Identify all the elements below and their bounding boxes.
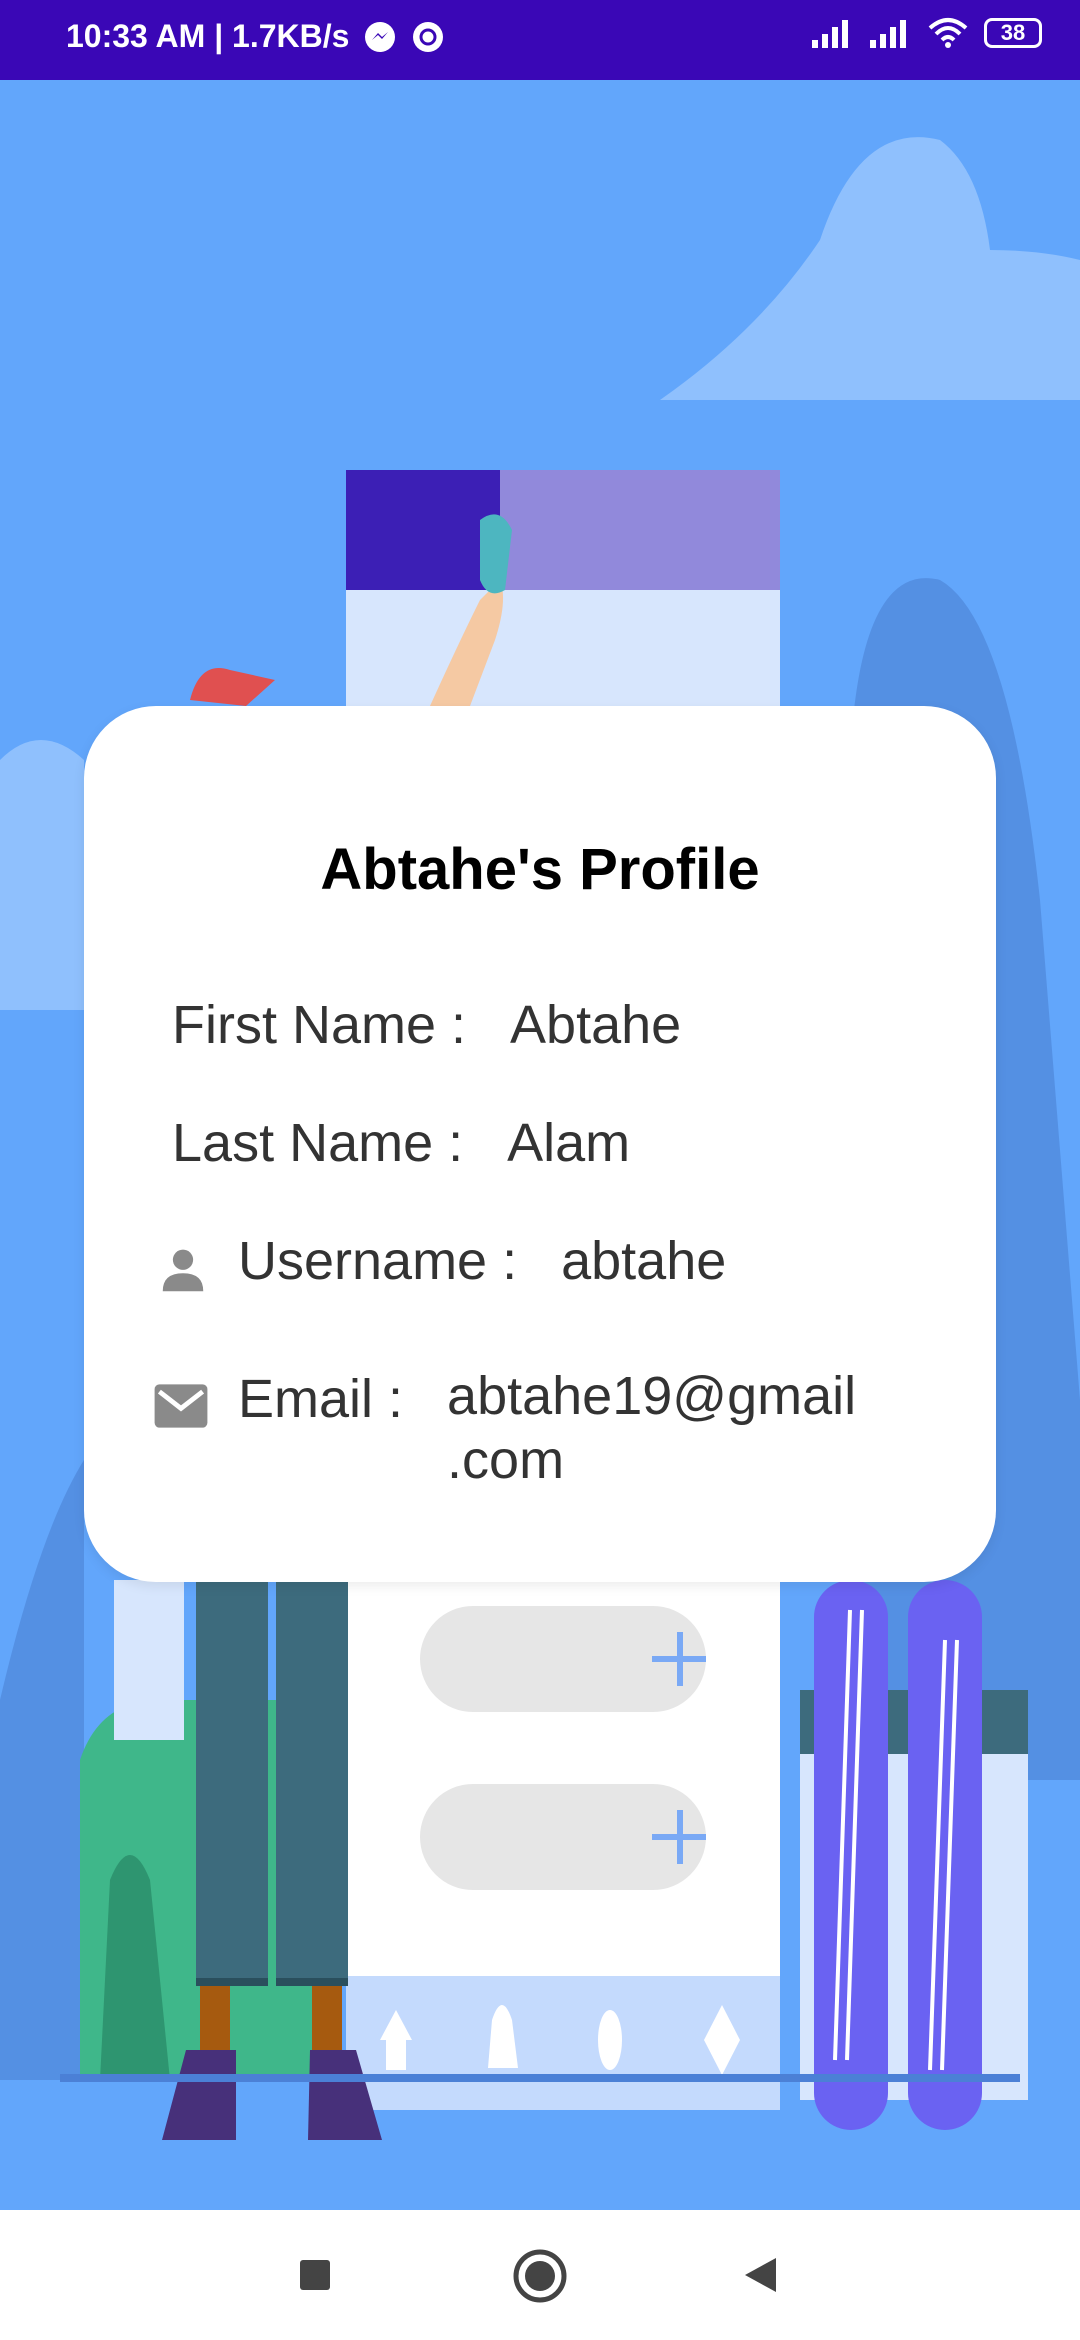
person-icon <box>162 1249 204 1292</box>
username-row: Username : abtahe <box>238 1230 726 1292</box>
wifi-icon <box>928 18 968 48</box>
first-name-value: Abtahe <box>510 995 682 1055</box>
messenger-icon <box>365 21 396 52</box>
status-bar: 10:33 AM | 1.7KB/s 38 <box>0 0 1080 80</box>
battery-indicator: 38 <box>984 18 1042 48</box>
last-name-value: Alam <box>507 1113 631 1173</box>
email-label: Email : <box>238 1369 404 1429</box>
profile-title: Abtahe's Profile <box>320 837 760 902</box>
username-value: abtahe <box>561 1231 727 1291</box>
signal-icon-2 <box>870 20 906 48</box>
first-name-row: First Name : Abtahe <box>172 994 681 1056</box>
status-time-speed: 10:33 AM | 1.7KB/s <box>66 18 350 54</box>
mail-icon <box>154 1384 208 1428</box>
status-right: 38 <box>810 16 1042 50</box>
first-name-label: First Name : <box>172 995 467 1055</box>
email-value-line1: abtahe19@gmail <box>447 1366 857 1426</box>
last-name-label: Last Name : <box>172 1113 464 1173</box>
last-name-row: Last Name : Alam <box>172 1112 630 1174</box>
username-label: Username : <box>238 1231 518 1291</box>
email-value-line2: .com <box>447 1430 565 1490</box>
email-row: Email : abtahe19@gmail .com <box>238 1366 856 1492</box>
status-left: 10:33 AM | 1.7KB/s <box>66 18 445 55</box>
profile-card: Abtahe's Profile First Name : Abtahe Las… <box>84 706 996 1582</box>
circle-icon[interactable] <box>512 2248 568 2304</box>
triangle-back-icon[interactable] <box>742 2256 778 2294</box>
signal-icon <box>812 20 848 48</box>
navigation-bar <box>0 2210 1080 2340</box>
app-notification-icon <box>413 21 444 52</box>
square-icon[interactable] <box>298 2258 332 2292</box>
email-value: abtahe19@gmail .com <box>447 1364 856 1492</box>
